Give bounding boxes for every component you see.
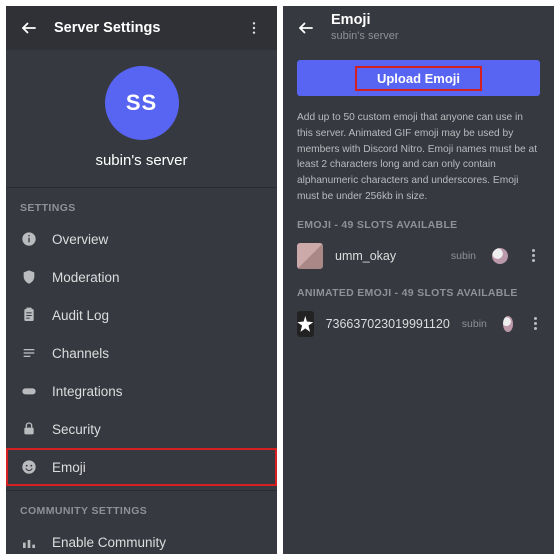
menu-enable-community[interactable]: Enable Community <box>6 523 277 554</box>
menu-label: Enable Community <box>52 535 166 550</box>
lock-icon <box>20 420 38 438</box>
right-subtitle: subin's server <box>331 30 399 42</box>
menu-label: Channels <box>52 346 109 361</box>
menu-label: Audit Log <box>52 308 109 323</box>
info-icon <box>20 230 38 248</box>
settings-section-header: SETTINGS <box>6 192 277 220</box>
emoji-row-static[interactable]: umm_okay subin <box>297 239 540 273</box>
back-arrow-icon[interactable] <box>295 17 317 39</box>
clipboard-icon <box>20 306 38 324</box>
left-topbar: Server Settings <box>6 6 277 50</box>
emoji-uploader-label: subin <box>451 250 476 262</box>
emoji-more-icon[interactable] <box>531 315 540 333</box>
upload-emoji-label: Upload Emoji <box>357 68 480 89</box>
upload-emoji-button[interactable]: Upload Emoji <box>297 60 540 96</box>
menu-security[interactable]: Security <box>6 410 277 448</box>
server-settings-screen: Server Settings SS subin's server SETTIN… <box>6 6 277 554</box>
shield-icon <box>20 268 38 286</box>
menu-audit-log[interactable]: Audit Log <box>6 296 277 334</box>
community-section-header: COMMUNITY SETTINGS <box>6 495 277 523</box>
gamepad-icon <box>20 382 38 400</box>
animated-emoji-header: ANIMATED EMOJI - 49 SLOTS AVAILABLE <box>297 287 540 299</box>
right-topbar: Emoji subin's server <box>283 6 554 50</box>
menu-label: Overview <box>52 232 108 247</box>
emoji-row-animated[interactable]: 736637023019991120 subin <box>297 307 540 341</box>
channels-icon <box>20 344 38 362</box>
menu-emoji[interactable]: Emoji <box>6 448 277 486</box>
uploader-avatar <box>492 248 508 264</box>
menu-integrations[interactable]: Integrations <box>6 372 277 410</box>
right-title: Emoji <box>331 13 399 29</box>
emoji-name-label: 736637023019991120 <box>326 317 450 331</box>
emoji-icon <box>20 458 38 476</box>
emoji-name-label: umm_okay <box>335 249 439 263</box>
back-arrow-icon[interactable] <box>18 17 40 39</box>
emoji-description: Add up to 50 custom emoji that anyone ca… <box>297 110 540 205</box>
community-icon <box>20 533 38 551</box>
server-name-label: subin's server <box>95 152 187 169</box>
menu-overview[interactable]: Overview <box>6 220 277 258</box>
menu-label: Integrations <box>52 384 123 399</box>
menu-channels[interactable]: Channels <box>6 334 277 372</box>
emoji-screen: Emoji subin's server Upload Emoji Add up… <box>283 6 554 554</box>
server-avatar[interactable]: SS <box>105 66 179 140</box>
menu-moderation[interactable]: Moderation <box>6 258 277 296</box>
static-emoji-header: EMOJI - 49 SLOTS AVAILABLE <box>297 219 540 231</box>
emoji-more-icon[interactable] <box>526 247 540 265</box>
more-vert-icon[interactable] <box>243 17 265 39</box>
menu-label: Security <box>52 422 101 437</box>
server-hero: SS subin's server <box>6 50 277 183</box>
menu-label: Moderation <box>52 270 120 285</box>
left-title: Server Settings <box>54 20 160 36</box>
menu-label: Emoji <box>52 460 86 475</box>
emoji-thumbnail <box>297 243 323 269</box>
emoji-thumbnail <box>297 311 314 337</box>
uploader-avatar <box>503 316 513 332</box>
emoji-uploader-label: subin <box>462 318 487 330</box>
